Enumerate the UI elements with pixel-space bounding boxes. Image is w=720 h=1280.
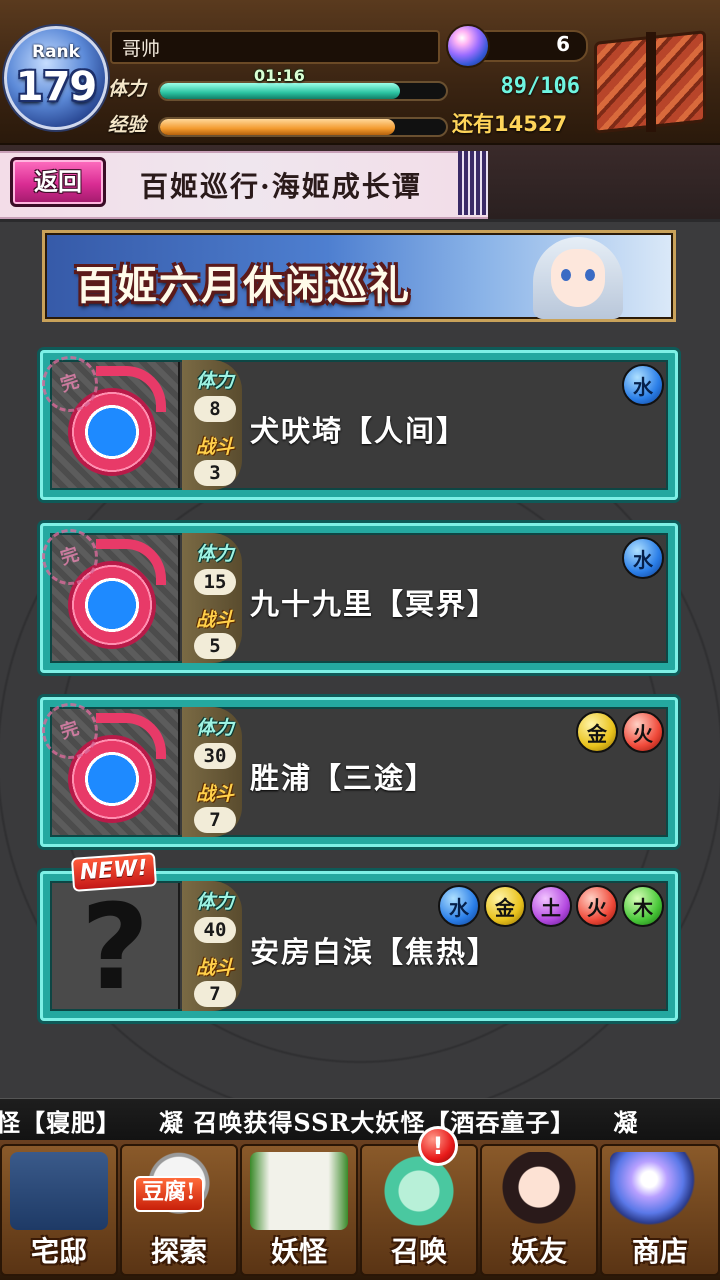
orb-icon bbox=[610, 1152, 708, 1230]
rank-badge: Rank 179 bbox=[4, 20, 108, 136]
stage-elements: 水 bbox=[622, 364, 664, 408]
tofu-tag: 豆腐! bbox=[134, 1176, 204, 1212]
stage-boss-icon: 完 bbox=[34, 695, 180, 835]
nav-explore[interactable]: 豆腐! 探索 bbox=[120, 1144, 238, 1276]
banner-character-image bbox=[503, 235, 669, 319]
back-button[interactable]: 返回 bbox=[10, 157, 106, 207]
status-bar: Rank 179 哥帅 体力 01:16 经验 6 89/106 还有14527 bbox=[0, 0, 720, 146]
stamina-cost-label: 体力 bbox=[195, 717, 234, 739]
battle-count-label: 战斗 bbox=[195, 783, 234, 805]
nav-yokai-label: 妖怪 bbox=[270, 1235, 327, 1268]
stage-card[interactable]: ? NEW! 体力 40 战斗 7 安房白滨【焦热】 水金土火木 bbox=[40, 852, 678, 1021]
scroll-end-decoration bbox=[458, 151, 488, 215]
metal-element-icon: 金 bbox=[576, 711, 618, 753]
character-face bbox=[551, 249, 605, 307]
stamina-timer: 01:16 bbox=[254, 66, 305, 85]
rank-label: Rank bbox=[32, 42, 80, 62]
pentagram-icon bbox=[370, 1152, 468, 1230]
nav-shop[interactable]: 商店 bbox=[600, 1144, 720, 1276]
gift-box-button[interactable] bbox=[588, 22, 712, 134]
event-banner[interactable]: 百姬六月休闲巡礼 bbox=[42, 230, 676, 322]
unknown-stage-icon: ? bbox=[52, 883, 180, 1009]
stage-elements: 水 bbox=[622, 537, 664, 581]
battle-count-label: 战斗 bbox=[195, 957, 234, 979]
nav-mansion-label: 宅邸 bbox=[30, 1235, 87, 1268]
stage-name: 安房白滨【焦热】 bbox=[250, 935, 499, 969]
nav-shop-label: 商店 bbox=[631, 1235, 688, 1268]
stage-boss-icon: 完 bbox=[34, 521, 180, 661]
news-ticker: 怪【寝肥】 凝 召唤获得SSR大妖怪【酒吞童子】 凝 bbox=[0, 1098, 720, 1141]
question-mark-icon: ? bbox=[80, 878, 150, 1016]
stage-costs: 体力 30 战斗 7 bbox=[182, 707, 242, 837]
stage-elements: 水金土火木 bbox=[438, 885, 664, 929]
stage-card[interactable]: 完体力 30 战斗 7 胜浦【三途】 金火 bbox=[34, 695, 678, 847]
stage-boss-icon: 完 bbox=[34, 348, 180, 488]
ticker-text: 怪【寝肥】 凝 召唤获得SSR大妖怪【酒吞童子】 凝 bbox=[0, 1108, 639, 1137]
scroll-icon bbox=[250, 1152, 348, 1230]
nav-friends-label: 妖友 bbox=[510, 1235, 567, 1268]
exp-label: 经验 bbox=[108, 114, 147, 136]
bottom-nav: 宅邸 豆腐! 探索 妖怪 召唤 妖友 商店 bbox=[0, 1140, 720, 1280]
friend-avatar-icon bbox=[490, 1152, 588, 1230]
exp-bar bbox=[158, 117, 448, 137]
banner-area: 百姬六月休闲巡礼 bbox=[0, 222, 720, 330]
player-name: 哥帅 bbox=[110, 30, 440, 64]
banner-title: 百姬六月休闲巡礼 bbox=[75, 262, 411, 309]
stage-costs: 体力 40 战斗 7 bbox=[182, 881, 242, 1011]
stage-costs: 体力 8 战斗 3 bbox=[182, 360, 242, 490]
exp-row: 经验 bbox=[104, 110, 448, 140]
battle-count: 5 bbox=[194, 633, 236, 659]
battle-count: 7 bbox=[194, 807, 236, 833]
stage-name: 胜浦【三途】 bbox=[250, 761, 437, 795]
nav-friends[interactable]: 妖友 bbox=[480, 1144, 598, 1276]
exp-bar-fill bbox=[160, 119, 395, 135]
stamina-value: 89/106 bbox=[500, 74, 580, 99]
stage-card[interactable]: 完体力 15 战斗 5 九十九里【冥界】 水 bbox=[34, 521, 678, 673]
stamina-cost: 8 bbox=[194, 396, 236, 422]
water-element-icon: 水 bbox=[622, 537, 664, 579]
battle-count-label: 战斗 bbox=[195, 436, 234, 458]
stage-elements: 金火 bbox=[576, 711, 664, 755]
summon-alert-badge: ! bbox=[418, 1126, 458, 1166]
battle-count: 7 bbox=[194, 981, 236, 1007]
nav-mansion[interactable]: 宅邸 bbox=[0, 1144, 118, 1276]
gift-box-ribbon bbox=[646, 32, 656, 132]
gem-icon bbox=[446, 24, 490, 68]
nav-summon[interactable]: 召唤 bbox=[360, 1144, 478, 1276]
stage-card[interactable]: 完体力 8 战斗 3 犬吠埼【人间】 水 bbox=[34, 348, 678, 500]
stamina-label: 体力 bbox=[108, 78, 147, 100]
fire-element-icon: 火 bbox=[622, 711, 664, 753]
water-element-icon: 水 bbox=[622, 364, 664, 406]
exp-remaining: 还有14527 bbox=[452, 112, 568, 136]
page-title: 百姬巡行·海姬成长谭 bbox=[140, 170, 422, 203]
nav-yokai[interactable]: 妖怪 bbox=[240, 1144, 358, 1276]
wood-element-icon: 木 bbox=[622, 885, 664, 927]
new-badge: NEW! bbox=[70, 852, 157, 892]
battle-count: 3 bbox=[194, 460, 236, 486]
character-eye bbox=[585, 269, 595, 281]
stamina-cost-label: 体力 bbox=[195, 891, 234, 913]
metal-element-icon: 金 bbox=[484, 885, 526, 927]
stamina-cost: 40 bbox=[194, 917, 236, 943]
stamina-bar-fill bbox=[160, 83, 401, 99]
fire-element-icon: 火 bbox=[576, 885, 618, 927]
back-button-label: 返回 bbox=[34, 168, 82, 196]
stamina-cost-label: 体力 bbox=[195, 370, 234, 392]
character-eye bbox=[561, 269, 571, 281]
mansion-icon bbox=[10, 1152, 108, 1230]
header-bar: 返回 百姬巡行·海姬成长谭 bbox=[0, 145, 720, 219]
stamina-cost: 15 bbox=[194, 569, 236, 595]
stage-name: 犬吠埼【人间】 bbox=[250, 414, 468, 448]
rank-value: 179 bbox=[15, 64, 98, 110]
stamina-cost-label: 体力 bbox=[195, 543, 234, 565]
earth-element-icon: 土 bbox=[530, 885, 572, 927]
nav-explore-label: 探索 bbox=[150, 1235, 207, 1268]
water-element-icon: 水 bbox=[438, 885, 480, 927]
stage-name: 九十九里【冥界】 bbox=[250, 587, 499, 621]
nav-summon-label: 召唤 bbox=[390, 1235, 447, 1268]
stage-costs: 体力 15 战斗 5 bbox=[182, 533, 242, 663]
stamina-cost: 30 bbox=[194, 743, 236, 769]
gem-count: 6 bbox=[556, 32, 570, 56]
battle-count-label: 战斗 bbox=[195, 609, 234, 631]
